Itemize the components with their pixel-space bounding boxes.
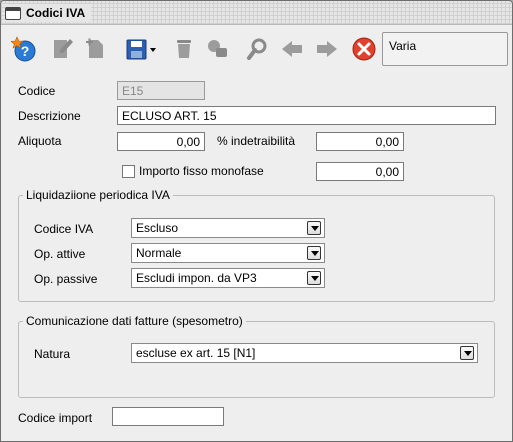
varia-button[interactable]: Varia xyxy=(382,32,508,66)
edit-icon[interactable] xyxy=(50,36,76,62)
descrizione-label: Descrizione xyxy=(18,109,81,123)
codice-iva-value: Escluso xyxy=(136,221,179,235)
importo-fisso-checkbox[interactable] xyxy=(122,165,135,178)
op-attive-value: Normale xyxy=(136,246,182,260)
codice-import-label: Codice import xyxy=(18,411,93,425)
op-attive-select[interactable]: Normale xyxy=(131,243,325,263)
next-icon[interactable] xyxy=(314,36,340,62)
natura-label: Natura xyxy=(34,347,71,361)
aliquota-label: Aliquota xyxy=(18,134,62,148)
importo-fisso-field[interactable]: 0,00 xyxy=(316,162,404,181)
indetraibilita-field[interactable]: 0,00 xyxy=(316,132,404,151)
importo-fisso-label: Importo fisso monofase xyxy=(139,164,264,178)
duplicate-icon[interactable] xyxy=(204,36,230,62)
descrizione-field[interactable]: ECLUSO ART. 15 xyxy=(117,106,496,125)
aliquota-field[interactable]: 0,00 xyxy=(117,132,205,151)
save-icon[interactable] xyxy=(125,36,159,62)
codice-import-field[interactable] xyxy=(112,407,224,426)
previous-icon[interactable] xyxy=(279,36,305,62)
codici-iva-window: Codici IVA ? Varia Codice E15 Descrizion… xyxy=(0,0,513,442)
title-wrap: Codici IVA xyxy=(5,4,92,22)
help-star-icon[interactable]: ? xyxy=(11,36,37,62)
comunicazione-group-title: Comunicazione dati fatture (spesometro) xyxy=(23,314,246,328)
codice-iva-select[interactable]: Escluso xyxy=(131,218,325,238)
natura-value: escluse ex art. 15 [N1] xyxy=(136,346,256,360)
delete-icon[interactable] xyxy=(171,36,197,62)
codice-iva-label: Codice IVA xyxy=(34,222,94,236)
close-icon[interactable] xyxy=(351,36,377,62)
search-icon[interactable] xyxy=(244,36,270,62)
new-document-icon[interactable] xyxy=(83,36,109,62)
op-passive-label: Op. passive xyxy=(34,272,98,286)
window-title: Codici IVA xyxy=(26,6,86,20)
window-icon[interactable] xyxy=(5,6,21,20)
indetraibilita-label: % indetraibilità xyxy=(217,134,296,148)
liquidazione-group-title: Liquidaziione periodica IVA xyxy=(23,188,173,202)
op-attive-label: Op. attive xyxy=(34,247,86,261)
codice-field[interactable]: E15 xyxy=(117,81,205,100)
chevron-down-icon[interactable] xyxy=(307,271,321,285)
chevron-down-icon[interactable] xyxy=(307,221,321,235)
op-passive-value: Escludi impon. da VP3 xyxy=(136,271,257,285)
chevron-down-icon[interactable] xyxy=(307,246,321,260)
natura-select[interactable]: escluse ex art. 15 [N1] xyxy=(131,343,478,363)
chevron-down-icon[interactable] xyxy=(460,346,474,360)
codice-label: Codice xyxy=(18,84,56,98)
op-passive-select[interactable]: Escludi impon. da VP3 xyxy=(131,268,325,288)
svg-text:?: ? xyxy=(21,43,30,59)
title-bar[interactable]: Codici IVA xyxy=(1,1,512,25)
toolbar: ? Varia xyxy=(1,26,512,70)
